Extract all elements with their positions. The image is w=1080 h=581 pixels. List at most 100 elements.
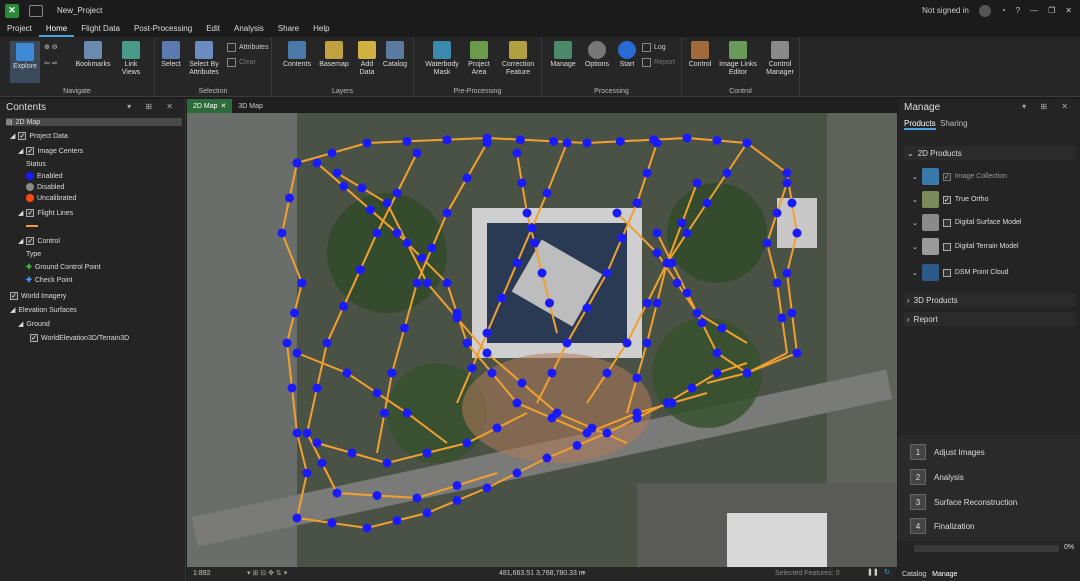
image-center-point[interactable] xyxy=(782,268,792,278)
image-center-point[interactable] xyxy=(522,208,532,218)
refresh-icon[interactable]: ↻ xyxy=(884,568,890,576)
image-center-point[interactable] xyxy=(742,368,752,378)
panel-controls-icon[interactable]: ▾ ⊞ ✕ xyxy=(127,102,179,111)
image-center-point[interactable] xyxy=(582,138,592,148)
image-center-point[interactable] xyxy=(632,408,642,418)
image-center-point[interactable] xyxy=(387,368,397,378)
image-center-point[interactable] xyxy=(290,308,299,318)
image-center-point[interactable] xyxy=(402,408,412,418)
image-center-point[interactable] xyxy=(492,423,502,433)
image-center-point[interactable] xyxy=(562,338,572,348)
image-center-point[interactable] xyxy=(672,278,682,288)
map-view[interactable] xyxy=(187,113,897,567)
image-center-point[interactable] xyxy=(632,373,642,383)
image-center-point[interactable] xyxy=(412,278,422,288)
image-center-point[interactable] xyxy=(402,136,412,146)
image-center-point[interactable] xyxy=(372,228,382,238)
log-button[interactable]: Log xyxy=(642,43,666,52)
image-center-point[interactable] xyxy=(422,508,432,518)
image-center-point[interactable] xyxy=(467,363,477,373)
tab-2d-map[interactable]: 2D Map ✕ xyxy=(187,99,233,113)
product-dsm[interactable]: ⌄ Digital Surface Model xyxy=(912,214,1021,231)
signin-status[interactable]: Not signed in xyxy=(922,6,969,15)
coords-dropdown-icon[interactable]: ▾ xyxy=(582,569,586,577)
pause-icon[interactable]: ❚❚ xyxy=(867,568,879,576)
image-center-point[interactable] xyxy=(722,168,732,178)
image-center-point[interactable] xyxy=(427,243,437,253)
image-center-point[interactable] xyxy=(652,228,662,238)
image-center-point[interactable] xyxy=(652,298,662,308)
select-button[interactable]: Select xyxy=(159,41,183,69)
tree-control[interactable]: ◢ ✓ Control xyxy=(18,237,60,245)
image-center-point[interactable] xyxy=(312,383,322,393)
control-button[interactable]: Control xyxy=(686,41,714,69)
select-by-attributes-button[interactable]: Select By Attributes xyxy=(187,41,221,77)
image-center-point[interactable] xyxy=(762,238,772,248)
image-center-point[interactable] xyxy=(667,398,677,408)
image-center-point[interactable] xyxy=(772,208,782,218)
tab-manage[interactable]: Manage xyxy=(932,571,957,578)
image-center-point[interactable] xyxy=(642,338,652,348)
image-center-point[interactable] xyxy=(372,388,382,398)
minimize-icon[interactable]: — xyxy=(1030,6,1038,15)
menu-edit[interactable]: Edit xyxy=(199,22,227,37)
image-center-point[interactable] xyxy=(392,228,402,238)
image-center-point[interactable] xyxy=(372,491,382,500)
image-center-point[interactable] xyxy=(302,468,312,478)
tab-catalog[interactable]: Catalog xyxy=(902,571,926,578)
image-center-point[interactable] xyxy=(392,516,402,525)
image-center-point[interactable] xyxy=(482,483,492,493)
image-center-point[interactable] xyxy=(339,301,349,311)
image-center-point[interactable] xyxy=(632,198,642,208)
image-center-point[interactable] xyxy=(380,408,389,418)
image-center-point[interactable] xyxy=(682,133,692,143)
step-adjust-images[interactable]: 1 Adjust Images xyxy=(910,444,985,460)
image-center-point[interactable] xyxy=(292,513,302,523)
contents-button[interactable]: Contents xyxy=(282,41,312,69)
image-center-point[interactable] xyxy=(537,268,547,278)
image-center-point[interactable] xyxy=(662,258,672,268)
image-center-point[interactable] xyxy=(292,158,302,168)
image-center-point[interactable] xyxy=(787,198,797,208)
image-center-point[interactable] xyxy=(692,308,702,318)
image-center-point[interactable] xyxy=(622,338,632,348)
scale-select[interactable]: 1:892 xyxy=(193,570,211,577)
flight-lines-checkbox[interactable]: ✓ xyxy=(26,209,35,217)
image-center-point[interactable] xyxy=(602,428,612,438)
product-true-ortho[interactable]: ⌄ ✓ True Ortho xyxy=(912,191,988,208)
image-center-point[interactable] xyxy=(772,278,782,288)
image-center-point[interactable] xyxy=(497,293,507,303)
product-image-collection[interactable]: ⌄ ✓ Image Collection xyxy=(912,168,1007,185)
image-center-point[interactable] xyxy=(277,228,287,238)
image-center-point[interactable] xyxy=(347,448,357,458)
image-center-point[interactable] xyxy=(547,368,557,378)
project-area-button[interactable]: Project Area xyxy=(464,41,494,77)
add-data-button[interactable]: Add Data xyxy=(356,41,378,77)
image-center-point[interactable] xyxy=(692,178,702,188)
image-center-point[interactable] xyxy=(697,318,707,328)
menu-post-processing[interactable]: Post-Processing xyxy=(127,22,199,37)
image-center-point[interactable] xyxy=(777,313,787,323)
image-center-point[interactable] xyxy=(542,453,552,463)
image-center-point[interactable] xyxy=(677,218,687,228)
image-center-point[interactable] xyxy=(782,168,792,178)
image-center-point[interactable] xyxy=(615,136,625,146)
help-icon[interactable]: ? xyxy=(1016,6,1020,15)
menu-analysis[interactable]: Analysis xyxy=(227,22,271,37)
point-cloud-checkbox[interactable] xyxy=(942,268,951,277)
image-center-point[interactable] xyxy=(542,188,552,198)
image-center-point[interactable] xyxy=(517,178,527,188)
image-center-point[interactable] xyxy=(462,173,472,183)
true-ortho-checkbox[interactable]: ✓ xyxy=(942,195,951,204)
image-center-point[interactable] xyxy=(302,428,312,438)
image-center-point[interactable] xyxy=(452,481,462,490)
step-surface-reconstruction[interactable]: 3 Surface Reconstruction xyxy=(910,494,1017,510)
image-center-point[interactable] xyxy=(682,228,692,238)
menu-help[interactable]: Help xyxy=(306,22,336,37)
image-center-point[interactable] xyxy=(355,265,365,275)
catalog-button[interactable]: Catalog xyxy=(382,41,408,69)
image-center-point[interactable] xyxy=(682,288,692,298)
image-center-point[interactable] xyxy=(712,368,722,378)
image-center-point[interactable] xyxy=(412,493,422,503)
image-center-point[interactable] xyxy=(487,368,497,378)
